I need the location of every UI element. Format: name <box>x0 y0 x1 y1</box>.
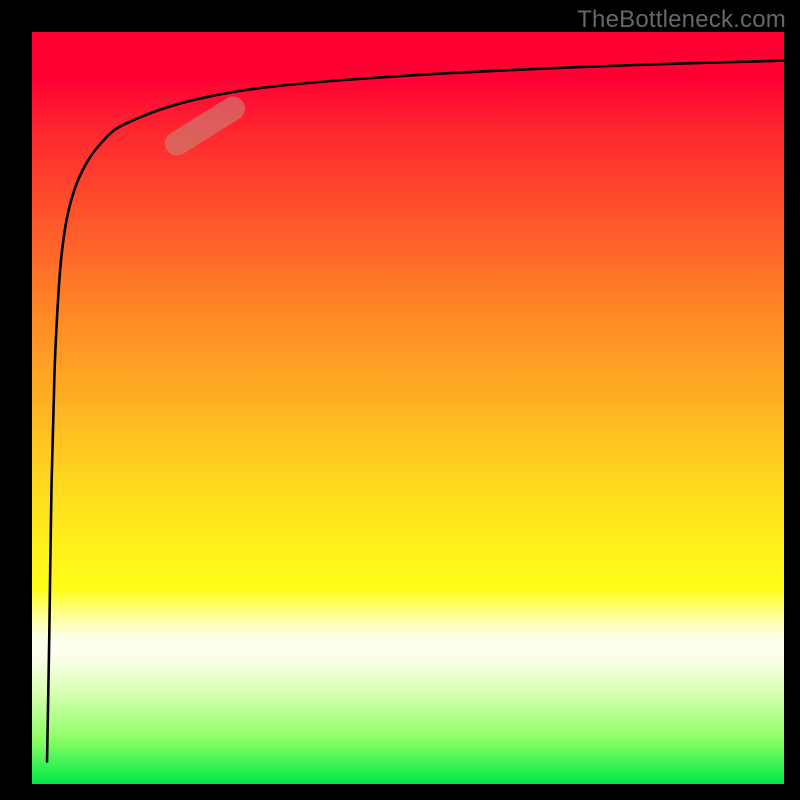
watermark-label: TheBottleneck.com <box>577 6 786 34</box>
curve-marker <box>160 92 249 160</box>
plot-area <box>32 32 784 784</box>
bottleneck-curve <box>47 61 784 762</box>
chart-stage: TheBottleneck.com <box>0 0 800 800</box>
curve-layer <box>32 32 784 784</box>
